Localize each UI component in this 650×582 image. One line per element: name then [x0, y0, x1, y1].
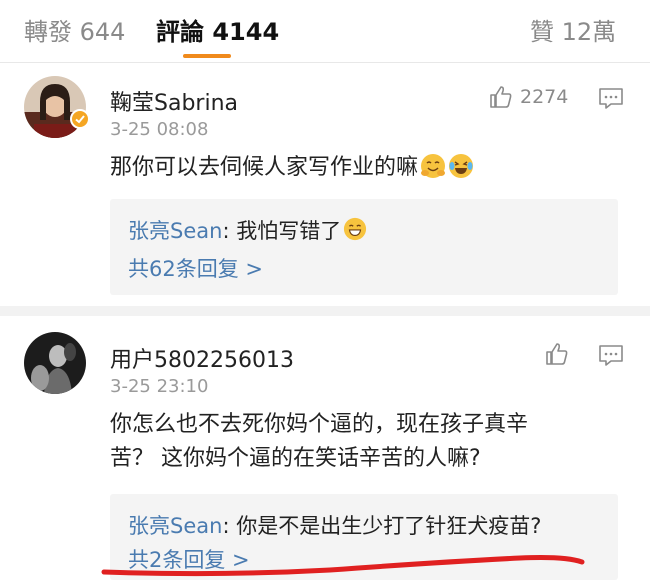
- verified-badge-icon: [70, 109, 90, 129]
- like-count: 2274: [520, 86, 569, 108]
- reply-text: 你是不是出生少打了针狂犬疫苗?: [236, 514, 542, 538]
- avatar[interactable]: [24, 332, 86, 394]
- reply-separator: :: [222, 514, 237, 538]
- like-button[interactable]: [544, 340, 570, 368]
- thumbs-up-icon: [544, 341, 570, 367]
- like-button[interactable]: 2274: [488, 83, 568, 111]
- active-tab-indicator: [183, 54, 231, 58]
- reply-author[interactable]: 张亮Sean: [128, 219, 222, 243]
- laughing-tears-emoji-icon: [448, 153, 474, 179]
- red-underline-annotation: [101, 555, 585, 577]
- view-replies-link[interactable]: 共62条回复 >: [128, 253, 263, 283]
- comment-timestamp: 3-25 23:10: [110, 376, 209, 397]
- reply-separator: :: [222, 219, 237, 243]
- comment-username[interactable]: 鞠莹Sabrina: [110, 85, 238, 117]
- comment-timestamp: 3-25 08:08: [110, 119, 209, 140]
- reply-line: 张亮Sean: 你是不是出生少打了针狂犬疫苗?: [128, 510, 541, 540]
- reply-author[interactable]: 张亮Sean: [128, 514, 222, 538]
- tab-reposts[interactable]: 轉發 644: [24, 12, 125, 47]
- reply-line: 张亮Sean: 我怕写错了: [128, 215, 369, 245]
- tab-comments[interactable]: 評論 4144: [156, 12, 279, 47]
- thumbs-up-icon: [488, 84, 514, 110]
- comment-separator: [0, 306, 650, 316]
- grin-emoji-icon: [343, 217, 369, 243]
- reply-preview[interactable]: 张亮Sean: 我怕写错了 共62条回复 >: [110, 199, 618, 295]
- comment-username[interactable]: 用户5802256013: [110, 342, 294, 374]
- reply-comment-icon[interactable]: [598, 344, 626, 370]
- reply-text: 我怕写错了: [236, 219, 342, 243]
- comment-text-line: 你怎么也不去死你妈个逼的，现在孩子真辛: [110, 412, 529, 437]
- comment-text-line: 苦？ 这你妈个逼的在笑话辛苦的人嘛?: [110, 446, 481, 471]
- comment-text: 那你可以去伺候人家写作业的嘛: [110, 151, 620, 185]
- hug-emoji-icon: [420, 153, 446, 179]
- comment-item: 鞠莹Sabrina 3-25 08:08 2274 那你可以去伺候人家写作业的嘛…: [0, 63, 650, 303]
- tab-likes[interactable]: 贊 12萬: [530, 12, 616, 47]
- reply-comment-icon[interactable]: [598, 87, 626, 113]
- comment-text: 你怎么也不去死你妈个逼的，现在孩子真辛 苦？ 这你妈个逼的在笑话辛苦的人嘛?: [110, 408, 620, 476]
- comment-text-content: 那你可以去伺候人家写作业的嘛: [110, 155, 419, 180]
- comment-tabs: 轉發 644 評論 4144 贊 12萬: [0, 0, 650, 63]
